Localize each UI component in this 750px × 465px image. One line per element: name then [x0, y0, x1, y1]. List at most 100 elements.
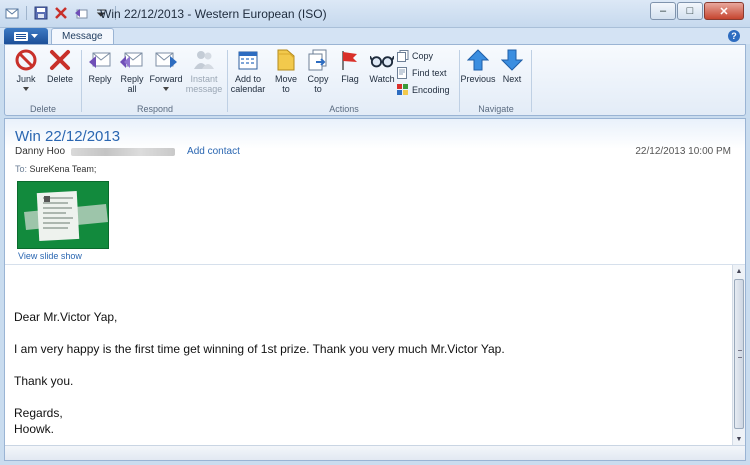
add-to-calendar-button[interactable]: Add to calendar	[231, 48, 265, 94]
copy-button[interactable]: Copy	[397, 50, 433, 62]
flag-label: Flag	[341, 74, 359, 84]
copy-icon	[397, 50, 409, 62]
copy-label: Copy	[412, 51, 434, 61]
recipient-name[interactable]: SureKena Team;	[30, 164, 97, 174]
delete-icon[interactable]	[53, 5, 69, 21]
move-to-label-1: Move	[274, 74, 297, 84]
group-label-navigate: Navigate	[478, 104, 514, 114]
scroll-up-icon[interactable]: ▲	[733, 265, 745, 277]
move-folder-icon	[274, 48, 298, 72]
message-subject: Win 22/12/2013	[15, 128, 121, 145]
instant-message-label-1: Instant	[190, 74, 218, 84]
close-button[interactable]: ✕	[704, 2, 744, 20]
junk-icon	[14, 48, 38, 72]
reply-all-label-1: Reply	[120, 74, 144, 84]
ribbon: Junk Delete Delete Reply Reply all Forwa…	[4, 44, 746, 116]
chevron-down-icon	[23, 87, 29, 91]
find-text-button[interactable]: Find text	[397, 67, 447, 79]
previous-button[interactable]: Previous	[460, 48, 496, 84]
instant-message-label-2: message	[185, 84, 223, 94]
group-actions: Add to calendar Move to Copy to Flag Wat…	[229, 48, 459, 114]
encoding-button[interactable]: Encoding	[397, 84, 450, 96]
help-icon[interactable]: ?	[728, 30, 740, 42]
delete-button[interactable]: Delete	[43, 48, 77, 84]
tab-message[interactable]: Message	[51, 28, 114, 45]
chevron-down-icon	[163, 87, 169, 91]
instant-message-button[interactable]: Instant message	[185, 48, 223, 94]
window-title: Win 22/12/2013 - Western European (ISO)	[100, 7, 327, 21]
sender-email-redacted	[71, 147, 176, 156]
watch-button[interactable]: Watch	[365, 48, 399, 84]
junk-button[interactable]: Junk	[9, 48, 43, 91]
delete-label: Delete	[46, 74, 73, 84]
view-slide-show-link[interactable]: View slide show	[18, 251, 82, 261]
title-bar: Win 22/12/2013 - Western European (ISO) …	[0, 0, 750, 28]
body-signature: Hoowk.	[14, 422, 55, 436]
body-paragraph: I am very happy is the first time get wi…	[14, 342, 505, 356]
reply-all-button[interactable]: Reply all	[115, 48, 149, 94]
add-to-calendar-label-2: calendar	[230, 84, 266, 94]
forward-icon	[154, 48, 178, 72]
scroll-down-icon[interactable]: ▼	[733, 433, 745, 445]
group-separator	[531, 50, 532, 112]
group-delete: Junk Delete Delete	[5, 48, 81, 114]
up-arrow-icon	[466, 48, 490, 72]
watch-label: Watch	[369, 74, 395, 84]
body-closing: Regards,	[14, 406, 63, 420]
reply-label: Reply	[88, 74, 112, 84]
previous-label: Previous	[460, 74, 496, 84]
toolbar-separator	[26, 6, 27, 20]
add-contact-link[interactable]: Add contact	[187, 146, 240, 157]
copy-to-button[interactable]: Copy to	[301, 48, 335, 94]
move-to-button[interactable]: Move to	[269, 48, 303, 94]
body-greeting: Dear Mr.Victor Yap,	[14, 310, 118, 324]
find-text-icon	[397, 67, 409, 79]
group-respond: Reply Reply all Forward Instant message …	[83, 48, 227, 114]
to-label: To:	[15, 164, 28, 174]
group-separator	[227, 50, 228, 112]
encoding-label: Encoding	[412, 85, 450, 95]
status-bar	[5, 445, 745, 460]
maximize-button[interactable]: □	[677, 2, 703, 20]
ribbon-tab-row: Message ?	[0, 28, 750, 45]
forward-button[interactable]: Forward	[149, 48, 183, 91]
instant-message-icon	[192, 48, 216, 72]
reply-icon	[88, 48, 112, 72]
sender-line: Danny Hoo Add contact	[15, 146, 240, 157]
forward-label: Forward	[149, 74, 183, 84]
reply-button[interactable]: Reply	[83, 48, 117, 84]
message-pane: Win 22/12/2013 Danny Hoo Add contact 22/…	[4, 118, 746, 461]
app-menu-button[interactable]	[4, 28, 48, 44]
message-datetime: 22/12/2013 10:00 PM	[635, 146, 731, 157]
next-button[interactable]: Next	[495, 48, 529, 84]
group-label-respond: Respond	[136, 104, 174, 114]
app-menu-icon	[14, 31, 28, 41]
minimize-button[interactable]: –	[650, 2, 676, 20]
group-separator	[81, 50, 82, 112]
reply-icon[interactable]	[73, 5, 89, 21]
message-header: Win 22/12/2013 Danny Hoo Add contact 22/…	[5, 119, 745, 265]
watch-glasses-icon	[370, 48, 394, 72]
move-to-label-2: to	[282, 84, 290, 94]
junk-label: Junk	[16, 74, 36, 84]
grip-icon	[738, 350, 742, 358]
add-to-calendar-label-1: Add to	[234, 74, 262, 84]
encoding-icon	[397, 84, 409, 96]
group-label-delete: Delete	[29, 104, 56, 114]
copy-to-label-1: Copy	[307, 74, 329, 84]
copy-to-label-2: to	[314, 84, 322, 94]
app-icon[interactable]	[4, 5, 20, 21]
calendar-icon	[236, 48, 260, 72]
vertical-scrollbar[interactable]: ▲ ▼	[732, 265, 745, 445]
body-thanks: Thank you.	[14, 374, 74, 388]
delete-icon	[48, 48, 72, 72]
message-body: Dear Mr.Victor Yap, I am very happy is t…	[5, 265, 731, 445]
save-icon[interactable]	[33, 5, 49, 21]
window-controls: – □ ✕	[650, 2, 744, 20]
attachment-thumbnail[interactable]	[17, 181, 109, 249]
scrollbar-thumb[interactable]	[734, 279, 744, 429]
group-label-actions: Actions	[329, 104, 359, 114]
copy-to-icon	[306, 48, 330, 72]
sender-name[interactable]: Danny Hoo	[15, 146, 65, 157]
flag-button[interactable]: Flag	[333, 48, 367, 84]
